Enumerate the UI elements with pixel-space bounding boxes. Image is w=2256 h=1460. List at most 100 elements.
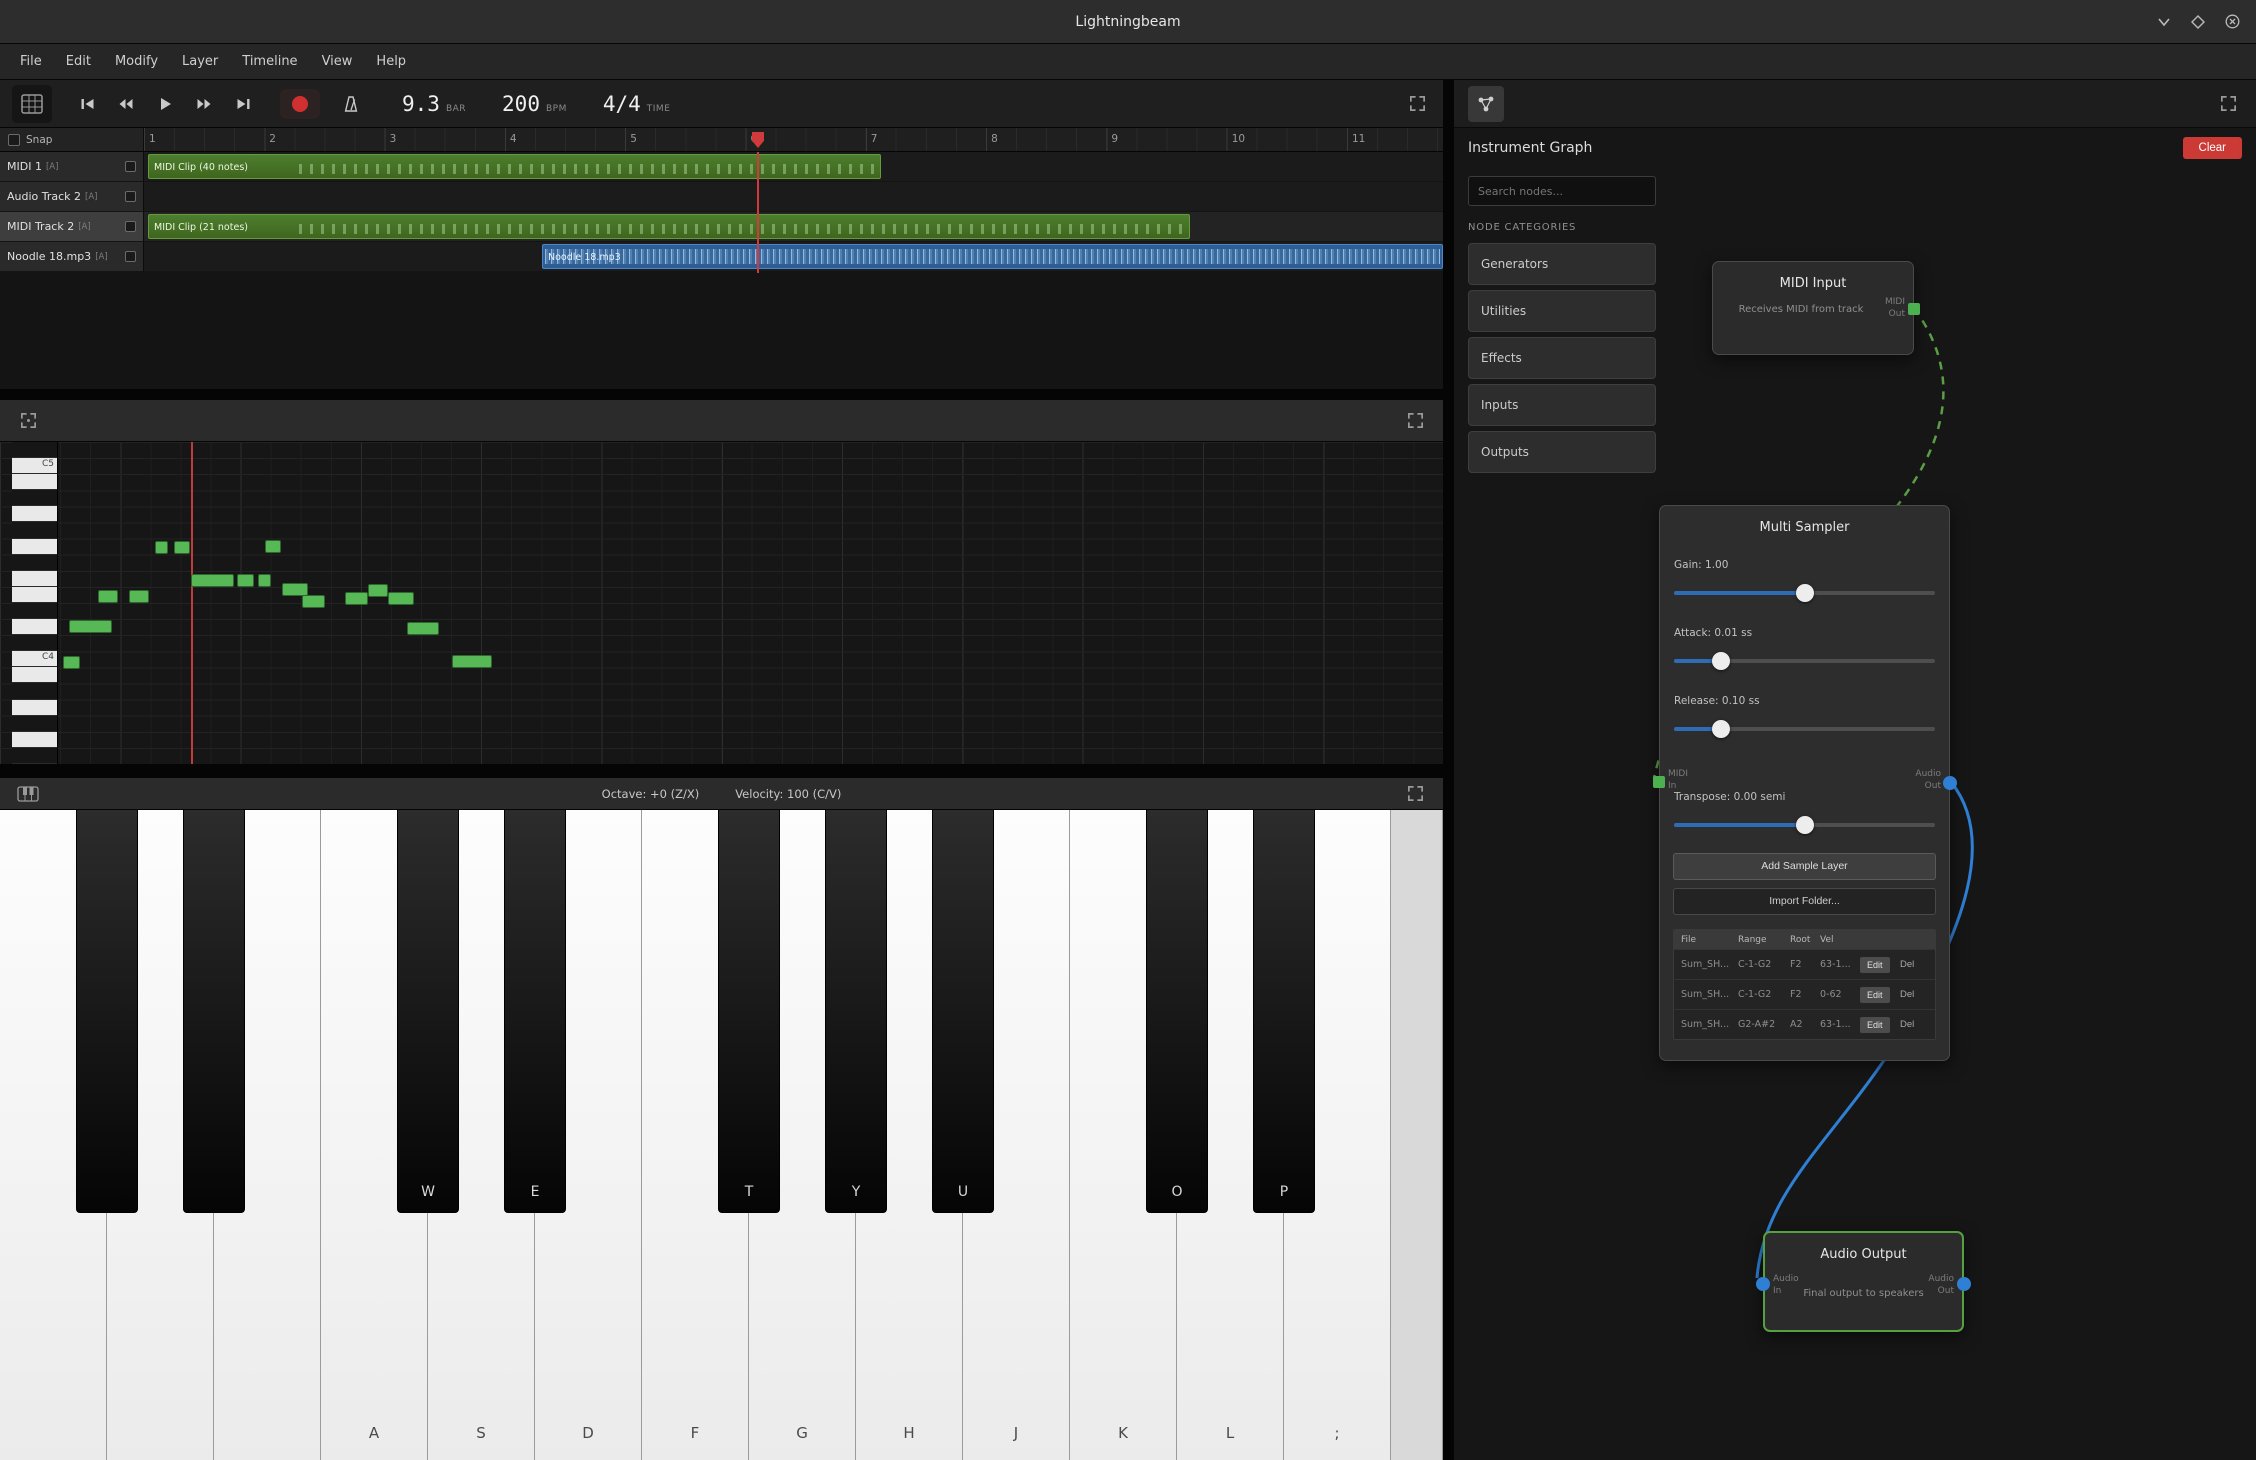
black-key[interactable] — [76, 810, 138, 1213]
category-effects[interactable]: Effects — [1468, 337, 1656, 379]
graph-expand-icon[interactable] — [2214, 90, 2242, 118]
menu-item-layer[interactable]: Layer — [170, 46, 230, 77]
node-graph-icon[interactable] — [1468, 86, 1504, 122]
white-key-row[interactable] — [12, 539, 57, 555]
white-key-row[interactable]: C4 — [12, 651, 57, 667]
edit-sample-button[interactable]: Edit — [1860, 957, 1890, 973]
midi-note[interactable] — [258, 574, 271, 587]
menu-item-help[interactable]: Help — [364, 46, 418, 77]
midi-note[interactable] — [345, 592, 368, 605]
midi-note[interactable] — [98, 590, 118, 603]
pianoroll-playhead[interactable] — [191, 442, 193, 764]
black-key-row[interactable] — [12, 603, 57, 619]
skip-end-button[interactable] — [228, 89, 258, 119]
category-inputs[interactable]: Inputs — [1468, 384, 1656, 426]
black-key[interactable]: T — [718, 810, 780, 1213]
film-icon[interactable] — [12, 85, 52, 123]
search-input[interactable] — [1468, 176, 1656, 206]
midi-note[interactable] — [368, 584, 388, 597]
midi-note[interactable] — [69, 620, 112, 633]
close-icon[interactable] — [2225, 14, 2240, 29]
midi-in-port[interactable] — [1653, 776, 1665, 788]
track-lane[interactable]: MIDI Clip (40 notes) — [144, 152, 1443, 182]
metronome-button[interactable] — [336, 89, 366, 119]
param-slider[interactable] — [1674, 583, 1935, 603]
white-key-row[interactable] — [12, 506, 57, 522]
delete-sample-button[interactable]: Del — [1900, 1019, 1914, 1030]
white-key-partial[interactable] — [1391, 810, 1443, 1460]
black-key-row[interactable] — [12, 683, 57, 699]
menu-item-file[interactable]: File — [8, 46, 54, 77]
audio-out-port[interactable] — [1957, 1277, 1971, 1291]
slider-knob[interactable] — [1712, 720, 1730, 738]
midi-note[interactable] — [63, 656, 80, 669]
slider-knob[interactable] — [1796, 584, 1814, 602]
midi-note[interactable] — [265, 540, 281, 553]
midi-out-port[interactable] — [1908, 303, 1920, 315]
midi-note[interactable] — [302, 595, 325, 608]
menu-item-view[interactable]: View — [310, 46, 365, 77]
black-key[interactable]: E — [504, 810, 566, 1213]
piano-icon[interactable] — [14, 780, 42, 808]
track-header[interactable]: MIDI 1[A] — [0, 152, 144, 182]
white-key-row[interactable] — [12, 474, 57, 490]
menu-item-timeline[interactable]: Timeline — [230, 46, 309, 77]
track-header[interactable]: Noodle 18.mp3[A] — [0, 242, 144, 272]
white-key-row[interactable] — [12, 587, 57, 603]
timeline-playhead[interactable] — [757, 152, 759, 273]
white-key-row[interactable] — [12, 732, 57, 748]
midi-note[interactable] — [155, 541, 168, 554]
timeline-expand-icon[interactable] — [1403, 90, 1431, 118]
ruler[interactable]: 1234567891011 — [144, 128, 1443, 152]
white-key-row[interactable] — [12, 571, 57, 587]
track-checkbox[interactable] — [125, 191, 136, 202]
pianoroll-expand-icon[interactable] — [1401, 407, 1429, 435]
category-utilities[interactable]: Utilities — [1468, 290, 1656, 332]
fast-forward-button[interactable] — [189, 89, 219, 119]
delete-sample-button[interactable]: Del — [1900, 959, 1914, 970]
category-generators[interactable]: Generators — [1468, 243, 1656, 285]
midi-note[interactable] — [129, 590, 149, 603]
maximize-diamond-icon[interactable] — [2191, 15, 2205, 29]
keyboard-expand-icon[interactable] — [1401, 780, 1429, 808]
black-key-row[interactable] — [12, 716, 57, 732]
black-key-row[interactable] — [12, 522, 57, 538]
menu-item-edit[interactable]: Edit — [54, 46, 103, 77]
pane-divider[interactable] — [1443, 80, 1454, 1460]
midi-note[interactable] — [237, 574, 254, 587]
midi-note[interactable] — [452, 655, 492, 668]
category-outputs[interactable]: Outputs — [1468, 431, 1656, 473]
black-key[interactable] — [183, 810, 245, 1213]
track-header[interactable]: MIDI Track 2[A] — [0, 212, 144, 242]
audio-in-port[interactable] — [1756, 1277, 1770, 1291]
midi-clip[interactable]: MIDI Clip (40 notes) — [148, 154, 881, 179]
black-key[interactable]: P — [1253, 810, 1315, 1213]
black-key-row[interactable] — [12, 490, 57, 506]
black-key-row[interactable] — [12, 442, 57, 458]
param-slider[interactable] — [1674, 651, 1935, 671]
black-key[interactable]: Y — [825, 810, 887, 1213]
node-multi-sampler[interactable]: Multi Sampler Gain: 1.00Attack: 0.01 ssR… — [1659, 505, 1950, 1061]
track-checkbox[interactable] — [125, 251, 136, 262]
white-key-row[interactable] — [12, 700, 57, 716]
slider-knob[interactable] — [1712, 652, 1730, 670]
track-header[interactable]: Audio Track 2[A] — [0, 182, 144, 212]
chevron-down-icon[interactable] — [2157, 17, 2171, 27]
white-key-row[interactable] — [12, 667, 57, 683]
node-midi-input[interactable]: MIDI Input Receives MIDI from track MIDI… — [1712, 261, 1914, 355]
pianoroll-fit-icon[interactable] — [14, 407, 42, 435]
add-sample-layer-button[interactable]: Add Sample Layer — [1673, 853, 1936, 880]
audio-clip[interactable]: Noodle 18.mp3 — [542, 244, 1443, 269]
black-key[interactable]: W — [397, 810, 459, 1213]
white-key-row[interactable]: C5 — [12, 458, 57, 474]
edit-sample-button[interactable]: Edit — [1860, 987, 1890, 1003]
black-key-row[interactable] — [12, 555, 57, 571]
midi-note[interactable] — [407, 622, 439, 635]
transpose-slider[interactable] — [1674, 815, 1935, 835]
delete-sample-button[interactable]: Del — [1900, 989, 1914, 1000]
midi-note[interactable] — [174, 541, 190, 554]
black-key-row[interactable] — [12, 748, 57, 764]
track-checkbox[interactable] — [125, 221, 136, 232]
white-key-row[interactable] — [12, 619, 57, 635]
track-checkbox[interactable] — [125, 161, 136, 172]
